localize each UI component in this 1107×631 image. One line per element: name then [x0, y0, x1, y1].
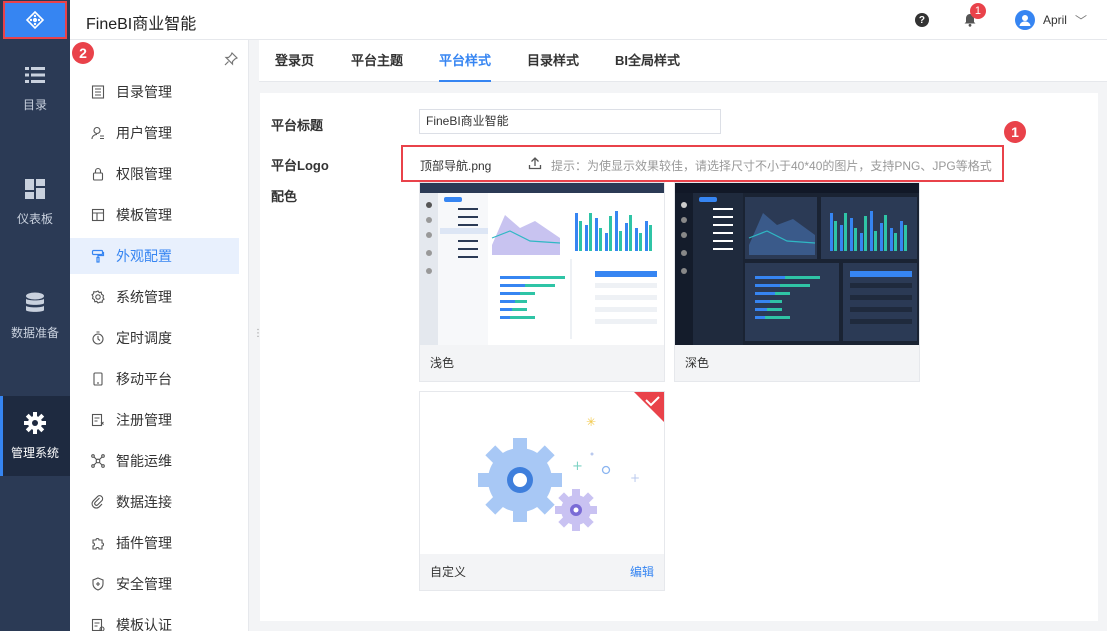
tab-platform-style[interactable]: 平台样式 [439, 40, 492, 82]
dashboard-icon [24, 178, 46, 200]
sidebar-item-catalog[interactable]: 目录管理 [70, 74, 239, 110]
user-icon [90, 125, 106, 141]
sidebar-item-label: 权限管理 [116, 166, 172, 182]
lock-icon [90, 166, 106, 182]
theme-card-light[interactable]: 浅色 [419, 182, 665, 382]
sidebar-item-mobile[interactable]: 移动平台 [70, 361, 239, 397]
title-label: 平台标题 [271, 118, 324, 133]
pin-icon[interactable] [224, 51, 239, 69]
tab-bi-global-style[interactable]: BI全局样式 [615, 40, 680, 82]
sidebar-item-lock[interactable]: 权限管理 [70, 156, 239, 192]
notification-button[interactable]: 1 [963, 3, 986, 27]
tab-login-page[interactable]: 登录页 [275, 40, 314, 82]
theme-light-label: 浅色 [420, 345, 664, 381]
shield-icon [90, 576, 106, 592]
logo-label: 平台Logo [271, 158, 329, 173]
nav-label: 数据准备 [10, 325, 59, 340]
sidebar-item-label: 模板管理 [116, 207, 172, 223]
sidebar-item-label: 定时调度 [116, 330, 172, 346]
sidebar-item-label: 智能运维 [116, 453, 172, 469]
nav-item-admin[interactable]: 管理系统 [0, 396, 70, 476]
logo-hint: 提示：为使显示效果较佳，请选择尺寸不小于40*40的图片，支持PNG、JPG等格… [551, 159, 992, 173]
svg-text:+: + [572, 459, 583, 474]
timer-icon [90, 330, 106, 346]
tab-catalog-style[interactable]: 目录样式 [527, 40, 579, 82]
user-name[interactable]: April [1043, 13, 1067, 27]
upload-icon[interactable] [528, 156, 542, 173]
sidebar-item-puzzle[interactable]: 插件管理 [70, 525, 239, 561]
admin-submenu: 目录管理用户管理权限管理模板管理外观配置系统管理定时调度移动平台注册管理智能运维… [70, 40, 249, 631]
list-icon [24, 64, 46, 86]
nav-label: 仪表板 [16, 211, 53, 226]
sidebar-item-user[interactable]: 用户管理 [70, 115, 239, 151]
step-1-badge: 1 [1004, 121, 1026, 143]
theme-custom-label: 自定义 [420, 554, 664, 590]
notification-badge: 1 [969, 3, 986, 19]
appearance-tabs: 登录页 平台主题 平台样式 目录样式 BI全局样式 [259, 40, 1107, 82]
left-nav: 目录 仪表板 数据准备 管理系统 [0, 40, 70, 631]
sidebar-item-label: 外观配置 [116, 248, 172, 264]
sidebar-item-label: 移动平台 [116, 371, 172, 387]
edit-custom-theme-link[interactable]: 编辑 [630, 554, 654, 590]
sidebar-item-label: 安全管理 [116, 576, 172, 592]
sidebar-item-link[interactable]: 数据连接 [70, 484, 239, 520]
theme-card-dark[interactable]: 深色 [674, 182, 920, 382]
sidebar-item-template[interactable]: 模板管理 [70, 197, 239, 233]
light-theme-preview [420, 183, 664, 345]
logo-file-name: 顶部导航.png [420, 159, 492, 173]
question-circle-icon[interactable]: ? [914, 13, 929, 27]
avatar[interactable] [1014, 10, 1035, 30]
puzzle-icon [90, 535, 106, 551]
sidebar-item-certify[interactable]: 模板认证 [70, 607, 239, 631]
platform-title-input[interactable]: FineBI商业智能 [419, 109, 721, 134]
gear-icon [24, 411, 46, 434]
logo-upload-field[interactable]: 顶部导航.png 提示：为使显示效果较佳，请选择尺寸不小于40*40的图片，支持… [401, 145, 1004, 182]
theme-card-custom[interactable]: ✳ + + 自定义 编辑 [419, 391, 665, 591]
user-avatar-icon [1019, 15, 1031, 26]
catalog-icon [90, 84, 106, 100]
nav-label: 管理系统 [10, 445, 59, 460]
sidebar-item-timer[interactable]: 定时调度 [70, 320, 239, 356]
sidebar-item-label: 用户管理 [116, 125, 172, 141]
sidebar-item-shield[interactable]: 安全管理 [70, 566, 239, 602]
sidebar-item-label: 注册管理 [116, 412, 172, 428]
database-icon [24, 292, 46, 314]
nav-item-dashboard[interactable]: 仪表板 [0, 162, 70, 242]
sidebar-item-network[interactable]: 智能运维 [70, 443, 239, 479]
app-title: FineBI商业智能 [86, 16, 197, 33]
svg-text:✳: ✳ [586, 415, 596, 429]
paint-icon [90, 248, 106, 264]
nav-item-data-prep[interactable]: 数据准备 [0, 276, 70, 356]
link-icon [90, 494, 106, 510]
nav-item-catalog[interactable]: 目录 [0, 48, 70, 128]
sidebar-item-label: 插件管理 [116, 535, 172, 551]
color-label: 配色 [271, 189, 298, 204]
nav-label: 目录 [22, 97, 47, 112]
sidebar-item-register[interactable]: 注册管理 [70, 402, 239, 438]
custom-theme-preview: ✳ + + [420, 392, 664, 554]
dark-theme-preview [675, 183, 919, 345]
platform-style-panel: 平台标题 FineBI商业智能 平台Logo 顶部导航.png 提示：为使显示效… [260, 93, 1098, 621]
register-icon [90, 412, 106, 428]
sidebar-item-settings[interactable]: 系统管理 [70, 279, 239, 315]
theme-dark-label: 深色 [675, 345, 919, 381]
top-bar: FineBI商业智能 ? 1 April ﹀ [0, 0, 1107, 40]
settings-icon [90, 289, 106, 305]
certify-icon [90, 617, 106, 631]
sidebar-item-label: 模板认证 [116, 617, 172, 631]
template-icon [90, 207, 106, 223]
sidebar-item-label: 目录管理 [116, 84, 172, 100]
sidebar-item-label: 系统管理 [116, 289, 172, 305]
sidebar-item-paint[interactable]: 外观配置 [70, 238, 239, 274]
app-logo-icon [3, 1, 67, 39]
sidebar-item-label: 数据连接 [116, 494, 172, 510]
step-2-badge: 2 [72, 42, 94, 64]
chevron-down-icon[interactable]: ﹀ [1075, 12, 1087, 29]
home-logo-button[interactable] [0, 0, 70, 40]
svg-text:+: + [630, 471, 640, 485]
network-icon [90, 453, 106, 469]
mobile-icon [90, 371, 106, 387]
tab-platform-theme[interactable]: 平台主题 [351, 40, 403, 82]
